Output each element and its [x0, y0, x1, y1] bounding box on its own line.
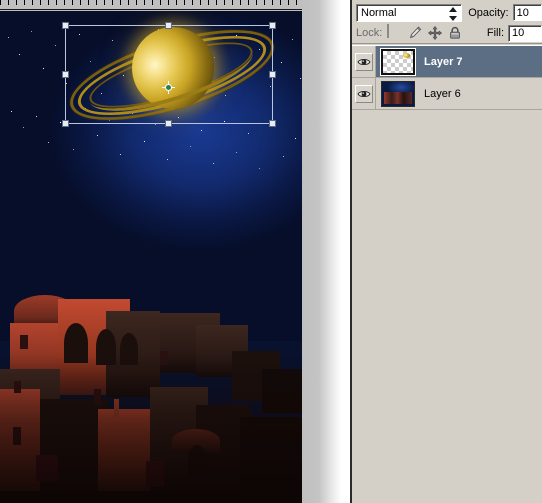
ruler-tick — [224, 0, 225, 5]
ruler-tick — [0, 0, 1, 5]
thumbnail-photo — [382, 81, 414, 106]
ruler-tick — [24, 0, 25, 5]
ruler-tick — [288, 0, 289, 5]
ruler-tick — [72, 0, 73, 5]
ruler-tick — [96, 0, 97, 5]
foreground-shadow — [0, 353, 302, 503]
document-workspace[interactable] — [0, 0, 350, 503]
lock-all-icon[interactable] — [447, 25, 463, 41]
layer-thumbnail[interactable] — [380, 47, 416, 76]
ruler-tick — [192, 0, 193, 5]
transform-handle-middle-left[interactable] — [62, 70, 69, 78]
reference-point-center — [165, 84, 172, 91]
layer-visibility-cell[interactable] — [352, 46, 376, 77]
layer-row-layer-7[interactable]: Layer 7 — [352, 46, 542, 78]
ruler-tick — [200, 0, 201, 5]
transform-handle-bottom-right[interactable] — [269, 120, 276, 127]
ruler-tick — [8, 0, 9, 5]
fill-label: Fill: — [486, 27, 504, 39]
lock-label: Lock: — [356, 27, 383, 39]
ruler-tick — [136, 0, 137, 5]
ruler-tick — [64, 0, 65, 5]
thumbnail-planet — [403, 52, 410, 58]
layer-visibility-cell[interactable] — [352, 78, 376, 109]
chevron-up-icon — [448, 6, 457, 12]
transform-handle-bottom-left[interactable] — [62, 120, 69, 127]
transform-handle-top-center[interactable] — [165, 22, 172, 29]
ruler-tick — [112, 0, 113, 5]
lock-image-pixels-icon[interactable] — [407, 25, 423, 41]
ruler-tick — [216, 0, 217, 5]
stepper-arrows-icon[interactable] — [448, 6, 457, 21]
ruler-tick — [16, 0, 17, 5]
ruler-tick — [104, 0, 105, 5]
ruler-tick — [56, 0, 57, 5]
layer-thumbnail-cell[interactable] — [376, 46, 420, 77]
workspace-background — [302, 0, 350, 503]
ruler-tick — [184, 0, 185, 5]
ruler-tick — [120, 0, 121, 5]
layer-list[interactable]: Layer 7 Layer 6 — [352, 45, 542, 503]
layer-row-layer-6[interactable]: Layer 6 — [352, 78, 542, 110]
ruler-tick — [168, 0, 169, 5]
village-photograph — [0, 173, 302, 503]
ruler-tick — [256, 0, 257, 5]
layer-name-label: Layer 6 — [424, 87, 461, 100]
ruler-tick — [160, 0, 161, 5]
opacity-label: Opacity: — [468, 6, 509, 19]
fill-input[interactable]: 10 — [508, 24, 542, 42]
ruler-tick — [144, 0, 145, 5]
ruler-tick — [208, 0, 209, 5]
ruler-tick — [264, 0, 265, 5]
layer-thumbnail[interactable] — [381, 80, 415, 107]
transform-handle-top-right[interactable] — [269, 22, 276, 29]
ruler-tick — [40, 0, 41, 5]
transform-handle-top-left[interactable] — [62, 22, 69, 29]
ruler-tick — [88, 0, 89, 5]
eye-icon[interactable] — [354, 52, 373, 71]
transform-reference-point[interactable] — [162, 81, 175, 94]
ruler-tick — [280, 0, 281, 5]
blend-mode-select[interactable]: Normal — [356, 3, 463, 22]
transform-selection-box[interactable] — [62, 22, 276, 127]
opacity-input[interactable]: 10 — [512, 4, 542, 21]
blend-mode-value: Normal — [361, 6, 397, 19]
lock-row: Lock: Fill: 10 — [352, 23, 542, 44]
ruler-tick — [48, 0, 49, 5]
ruler-tick — [32, 0, 33, 5]
horizontal-ruler[interactable] — [0, 0, 302, 10]
ruler-tick — [232, 0, 233, 5]
ruler-tick — [240, 0, 241, 5]
transform-handle-middle-right[interactable] — [269, 70, 276, 78]
lock-transparent-pixels-icon[interactable] — [387, 24, 403, 41]
layers-panel[interactable]: Normal Opacity: 10 Lock: Fill: 10 Layer … — [352, 0, 542, 503]
ruler-tick — [272, 0, 273, 5]
transform-handle-bottom-center[interactable] — [165, 120, 172, 127]
image-canvas[interactable] — [0, 11, 302, 503]
blend-mode-row: Normal Opacity: 10 — [352, 0, 542, 23]
ruler-tick — [128, 0, 129, 5]
eye-icon[interactable] — [354, 84, 373, 103]
application-window: Normal Opacity: 10 Lock: Fill: 10 Layer … — [0, 0, 542, 503]
chevron-down-icon — [448, 15, 457, 21]
layer-name-label: Layer 7 — [424, 55, 463, 68]
star-field — [2, 23, 3, 24]
ruler-tick — [176, 0, 177, 5]
ruler-tick — [248, 0, 249, 5]
lock-position-icon[interactable] — [427, 25, 443, 41]
ruler-tick — [152, 0, 153, 5]
layer-thumbnail-cell[interactable] — [376, 78, 420, 109]
ruler-tick — [80, 0, 81, 5]
ruler-tick — [296, 0, 297, 5]
